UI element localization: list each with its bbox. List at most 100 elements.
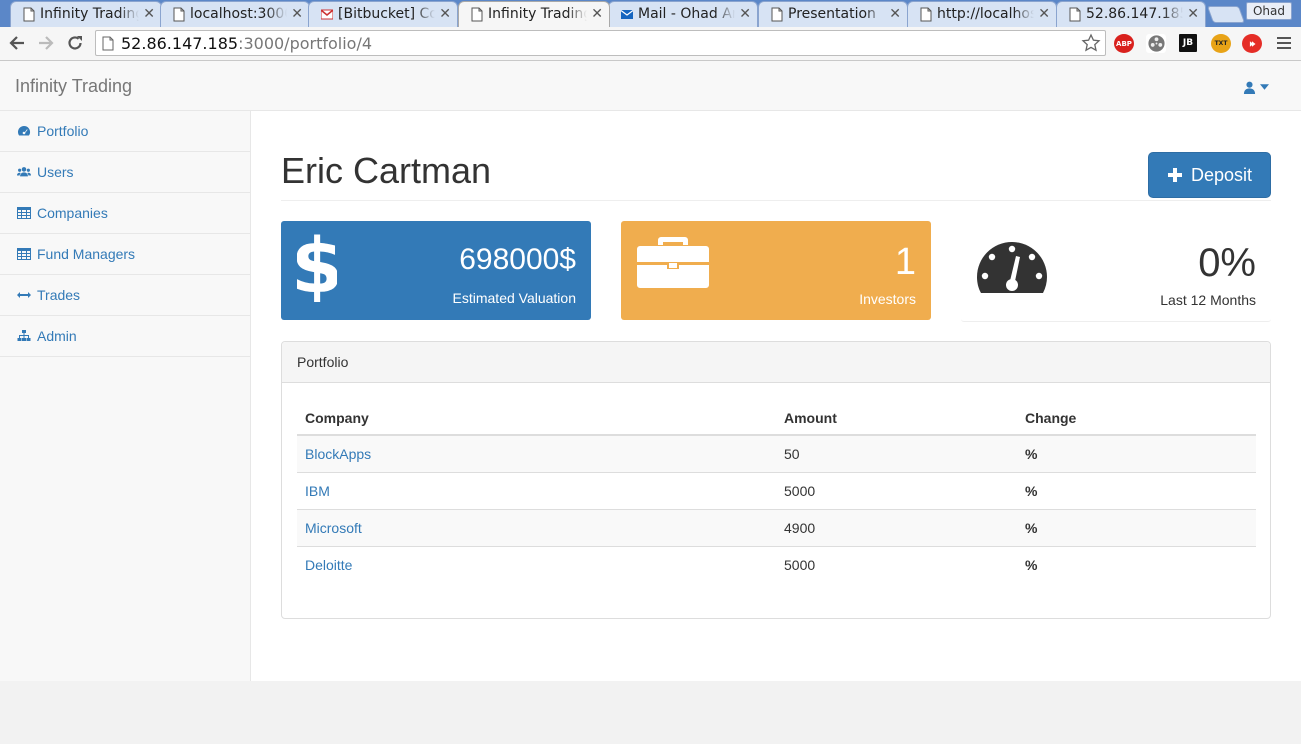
close-icon[interactable]: ✕: [439, 5, 451, 23]
mail-icon: [621, 7, 633, 22]
brand-name[interactable]: Infinity Trading: [15, 75, 132, 97]
tab-title: localhost:3000: [190, 6, 287, 23]
sidebar: Portfolio Users Companies Fund Managers …: [0, 111, 251, 681]
column-header: Change: [1017, 394, 1256, 436]
users-icon: [17, 167, 31, 177]
amount-cell: 5000: [776, 545, 1017, 583]
company-cell: Deloitte: [297, 545, 776, 583]
company-link[interactable]: Microsoft: [305, 520, 362, 536]
tachometer-icon: [977, 242, 1047, 293]
close-icon[interactable]: ✕: [291, 5, 303, 23]
tab-title: Infinity Trading: [488, 6, 587, 23]
sidebar-item-trades[interactable]: Trades: [0, 275, 250, 316]
valuation-card: $ 698000$ Estimated Valuation: [281, 221, 591, 320]
deposit-button[interactable]: Deposit: [1148, 152, 1271, 198]
bookmark-star-icon[interactable]: [1081, 33, 1101, 53]
browser-tab[interactable]: [Bitbucket] Co ✕: [308, 1, 458, 27]
company-link[interactable]: Deloitte: [305, 557, 352, 573]
investors-value: 1: [894, 241, 916, 283]
browser-tab-strip: Infinity Trading ✕ localhost:3000 ✕ [Bit…: [0, 0, 1301, 27]
company-link[interactable]: BlockApps: [305, 446, 371, 462]
page-title: Eric Cartman: [281, 150, 492, 191]
sidebar-item-portfolio[interactable]: Portfolio: [0, 111, 250, 152]
portfolio-panel: Portfolio Company Amount Change BlockApp…: [281, 341, 1271, 619]
portfolio-table: Company Amount Change BlockApps 50 % IBM…: [297, 394, 1256, 583]
performance-card: 0% Last 12 Months: [961, 221, 1271, 322]
company-link[interactable]: IBM: [305, 483, 330, 499]
close-icon[interactable]: ✕: [1187, 5, 1199, 23]
dashboard-icon: [18, 125, 31, 136]
browser-tab[interactable]: localhost:3000 ✕: [160, 1, 310, 27]
close-icon[interactable]: ✕: [143, 5, 155, 23]
table-row: IBM 5000 %: [297, 471, 1256, 509]
browser-tab[interactable]: http://localhost ✕: [907, 1, 1057, 27]
new-tab-button[interactable]: [1206, 6, 1246, 23]
browser-tab[interactable]: Presentation ✕: [758, 1, 908, 27]
arrow-left-icon: [9, 36, 24, 50]
sidebar-item-label: Users: [37, 164, 74, 180]
text-extension-icon[interactable]: TXT: [1211, 34, 1231, 53]
arrows-h-icon: [17, 292, 31, 298]
youtube-icon[interactable]: [1242, 34, 1262, 53]
close-icon[interactable]: ✕: [889, 5, 901, 23]
chrome-menu-icon[interactable]: [1276, 35, 1292, 51]
page-icon: [102, 36, 114, 51]
amount-cell: 5000: [776, 471, 1017, 509]
url-path: :3000/portfolio/4: [238, 34, 373, 53]
portfolio-panel-heading: Portfolio: [282, 342, 1270, 383]
adblock-plus-icon[interactable]: ABP: [1114, 34, 1134, 53]
sidebar-item-fund-managers[interactable]: Fund Managers: [0, 234, 250, 275]
tab-title: Mail - Ohad Ar: [638, 6, 735, 23]
tab-title: http://localhost: [937, 6, 1034, 23]
page-header-divider: [281, 200, 1271, 201]
gmail-icon: [321, 7, 333, 22]
table-icon: [17, 207, 31, 219]
performance-caption: Last 12 Months: [1160, 292, 1256, 308]
investors-card: 1 Investors: [621, 221, 931, 320]
svg-text:$: $: [297, 232, 337, 302]
address-bar[interactable]: 52.86.147.185:3000/portfolio/4: [95, 30, 1106, 56]
app: Infinity Trading Portfolio Users Compani…: [0, 61, 1301, 744]
browser-tab[interactable]: Infinity Trading ✕: [10, 1, 162, 27]
close-icon[interactable]: ✕: [739, 5, 751, 23]
table-icon: [17, 248, 31, 260]
tab-title: Presentation: [788, 6, 885, 23]
change-cell: %: [1017, 434, 1256, 472]
page-icon: [23, 7, 35, 22]
back-button[interactable]: [7, 33, 27, 53]
top-navbar: Infinity Trading: [0, 61, 1301, 111]
forward-button[interactable]: [36, 33, 56, 53]
user-menu-toggle[interactable]: [1243, 79, 1273, 95]
browser-toolbar: 52.86.147.185:3000/portfolio/4 ABP JB TX…: [0, 27, 1301, 61]
close-icon[interactable]: ✕: [591, 5, 603, 23]
url-host: 52.86.147.185: [121, 34, 239, 53]
deposit-label: Deposit: [1190, 164, 1253, 185]
change-cell: %: [1017, 471, 1256, 509]
film-reel-icon[interactable]: [1146, 34, 1166, 53]
sidebar-item-label: Portfolio: [37, 123, 89, 139]
sitemap-icon: [17, 330, 31, 341]
browser-tab[interactable]: Mail - Ohad Ar ✕: [608, 1, 758, 27]
sidebar-item-label: Admin: [37, 328, 77, 344]
page-icon: [771, 7, 783, 22]
profile-button[interactable]: Ohad: [1246, 2, 1292, 20]
browser-tab[interactable]: 52.86.147.185 ✕: [1056, 1, 1206, 27]
close-icon[interactable]: ✕: [1038, 5, 1050, 23]
dollar-icon: $: [297, 232, 337, 302]
reload-button[interactable]: [65, 33, 85, 53]
valuation-value: 698000$: [459, 243, 576, 276]
page-icon: [471, 7, 483, 22]
sidebar-item-admin[interactable]: Admin: [0, 316, 250, 357]
briefcase-icon: [637, 237, 709, 288]
sidebar-item-companies[interactable]: Companies: [0, 193, 250, 234]
change-cell: %: [1017, 545, 1256, 583]
sidebar-item-users[interactable]: Users: [0, 152, 250, 193]
jetbrains-icon[interactable]: JB: [1179, 34, 1197, 52]
page-icon: [920, 7, 932, 22]
browser-tab-active[interactable]: Infinity Trading ✕: [458, 1, 610, 27]
sidebar-item-label: Companies: [37, 205, 108, 221]
sidebar-item-label: Fund Managers: [37, 246, 136, 262]
company-cell: BlockApps: [297, 434, 776, 472]
tab-title: Infinity Trading: [40, 6, 139, 23]
table-header-row: Company Amount Change: [297, 394, 1256, 436]
